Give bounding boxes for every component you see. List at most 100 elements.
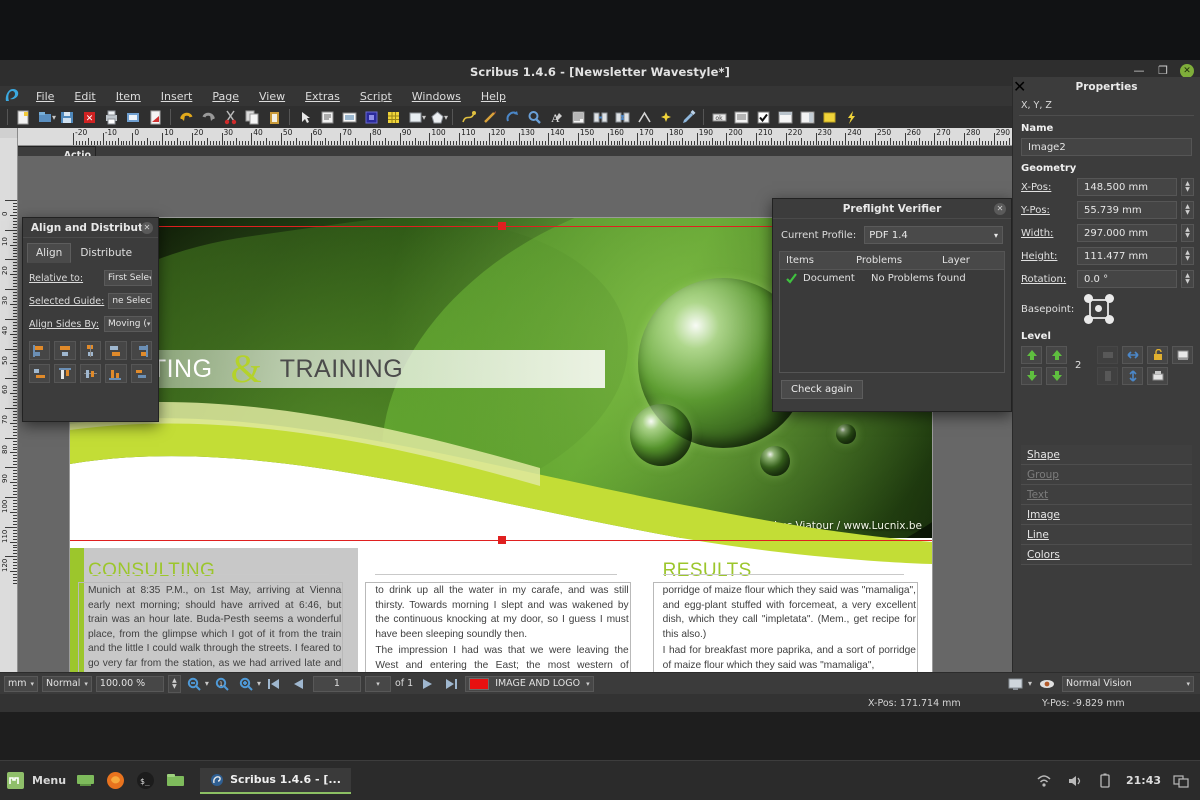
pdf-push-button-icon[interactable] — [774, 107, 796, 127]
tab-image[interactable]: Image — [1021, 505, 1192, 525]
battery-icon[interactable] — [1095, 770, 1117, 792]
tab-colors[interactable]: Colors — [1021, 545, 1192, 565]
height-stepper[interactable]: ▲ ▼ — [1181, 247, 1194, 265]
menu-page[interactable]: Page — [202, 88, 249, 105]
align-left-sides-icon[interactable] — [29, 341, 51, 360]
check-again-button[interactable]: Check again — [781, 380, 863, 399]
center-horizontal-icon[interactable] — [79, 341, 102, 360]
insert-text-frame-icon[interactable] — [316, 107, 338, 127]
workspace-switcher-icon[interactable] — [1170, 770, 1192, 792]
menu-file[interactable]: File — [26, 88, 64, 105]
profile-select[interactable]: PDF 1.4 ▾ — [864, 226, 1003, 244]
align-tops-to-bottoms-icon[interactable] — [130, 364, 152, 383]
preflight-close-icon[interactable]: ✕ — [994, 203, 1006, 215]
lower-to-bottom-icon[interactable] — [1021, 367, 1042, 385]
insert-image-frame-icon[interactable] — [338, 107, 360, 127]
tab-align[interactable]: Align — [27, 243, 72, 263]
pdf-annotation-icon[interactable] — [818, 107, 840, 127]
height-input[interactable]: 111.477 mm — [1077, 247, 1177, 265]
rotation-stepper[interactable]: ▲ ▼ — [1181, 270, 1194, 288]
visual-appearance-icon[interactable] — [1037, 675, 1057, 693]
preview-mode-icon[interactable] — [1007, 675, 1027, 693]
zoom-100-icon[interactable]: 1 — [213, 675, 233, 693]
copy-item-properties-icon[interactable] — [655, 107, 677, 127]
save-document-icon[interactable] — [56, 107, 78, 127]
previous-page-icon[interactable] — [289, 675, 309, 693]
zoom-out-chevron-down-icon[interactable]: ▾ — [205, 679, 209, 688]
insert-bezier-icon[interactable] — [457, 107, 479, 127]
polygon-chevron-down-icon[interactable]: ▾ — [444, 113, 448, 122]
align-right-sides-to-left-icon[interactable] — [54, 341, 76, 360]
page-select[interactable]: ▾ — [364, 675, 391, 692]
menu-button[interactable]: Menu — [4, 770, 66, 792]
export-pdf-icon[interactable] — [144, 107, 166, 127]
minimize-button[interactable]: — — [1132, 64, 1146, 78]
xpos-stepper[interactable]: ▲ ▼ — [1181, 178, 1194, 196]
zoom-in-chevron-down-icon[interactable]: ▾ — [257, 679, 261, 688]
close-document-icon[interactable]: ✕ — [78, 107, 100, 127]
print-icon[interactable] — [100, 107, 122, 127]
first-page-icon[interactable] — [265, 675, 285, 693]
layer-select[interactable]: IMAGE AND LOGO ▾ — [465, 675, 594, 692]
tab-distribute[interactable]: Distribute — [71, 243, 141, 263]
undo-icon[interactable] — [175, 107, 197, 127]
tab-xyz[interactable]: X, Y, Z — [1019, 100, 1194, 116]
zoom-out-icon[interactable] — [185, 675, 205, 693]
raise-one-level-icon[interactable] — [1046, 346, 1067, 364]
align-left-to-right-icon[interactable] — [105, 341, 127, 360]
column-consulting[interactable]: CONSULTING Munich at 8:35 P.M., on 1st M… — [70, 548, 357, 678]
terminal-icon[interactable]: $_ — [134, 770, 156, 792]
tab-line[interactable]: Line — [1021, 525, 1192, 545]
name-input[interactable]: Image2 — [1021, 138, 1192, 156]
align-right-sides-icon[interactable] — [130, 341, 152, 360]
flip-horizontal-icon[interactable] — [1122, 346, 1143, 364]
edit-text-story-editor-icon[interactable] — [567, 107, 589, 127]
redo-icon[interactable] — [197, 107, 219, 127]
basepoint-selector[interactable] — [1084, 294, 1115, 324]
zoom-stepper[interactable]: ▲ ▼ — [167, 674, 181, 693]
menu-help[interactable]: Help — [471, 88, 516, 105]
ypos-input[interactable]: 55.739 mm — [1077, 201, 1177, 219]
quality-select[interactable]: Normal ▾ — [42, 675, 92, 692]
center-vertical-icon[interactable] — [79, 364, 102, 383]
properties-panel[interactable]: Properties ✕ X, Y, Z Name Image2 Geometr… — [1012, 77, 1200, 712]
preflight-results-table[interactable]: Items Problems Layer Document No Problem… — [779, 251, 1005, 373]
firefox-icon[interactable] — [104, 770, 126, 792]
paste-icon[interactable] — [263, 107, 285, 127]
basepoint-bl[interactable] — [1084, 315, 1094, 324]
volume-icon[interactable] — [1064, 770, 1086, 792]
wifi-icon[interactable] — [1033, 770, 1055, 792]
width-input[interactable]: 297.000 mm — [1077, 224, 1177, 242]
show-desktop-icon[interactable] — [74, 770, 96, 792]
column-training[interactable]: TRAINING to drink up all the water in my… — [357, 548, 644, 678]
clock[interactable]: 21:43 — [1126, 774, 1161, 787]
pdf-list-box-icon[interactable] — [730, 107, 752, 127]
basepoint-tr[interactable] — [1105, 294, 1115, 303]
width-stepper[interactable]: ▲ ▼ — [1181, 224, 1194, 242]
table-row[interactable]: Document No Problems found — [780, 270, 1004, 287]
zoom-icon[interactable] — [523, 107, 545, 127]
close-button[interactable]: ✕ — [1180, 64, 1194, 78]
unlink-text-frames-icon[interactable] — [611, 107, 633, 127]
rotation-input[interactable]: 0.0 ° — [1077, 270, 1177, 288]
align-dialog-close-icon[interactable]: ✕ — [141, 222, 153, 234]
pdf-link-icon[interactable] — [840, 107, 862, 127]
lower-one-level-icon[interactable] — [1046, 367, 1067, 385]
menu-windows[interactable]: Windows — [402, 88, 471, 105]
insert-table-icon[interactable] — [382, 107, 404, 127]
copy-icon[interactable] — [241, 107, 263, 127]
vision-select[interactable]: Normal Vision ▾ — [1062, 675, 1194, 692]
restore-button[interactable]: ❐ — [1156, 64, 1170, 78]
unit-select[interactable]: mm ▾ — [4, 675, 39, 692]
flip-vertical-icon[interactable] — [1122, 367, 1143, 385]
align-sides-select[interactable]: Moving ( ▾ — [104, 316, 152, 332]
tab-shape[interactable]: Shape — [1021, 445, 1192, 465]
selection-handle-bottom[interactable] — [498, 536, 506, 544]
selected-guide-value[interactable]: ne Selected — [108, 293, 152, 309]
edit-contents-icon[interactable]: A — [545, 107, 567, 127]
insert-freehand-line-icon[interactable] — [479, 107, 501, 127]
lock-size-icon[interactable] — [1147, 367, 1168, 385]
zoom-in-icon[interactable] — [237, 675, 257, 693]
file-manager-icon[interactable] — [164, 770, 186, 792]
eye-dropper-icon[interactable] — [677, 107, 699, 127]
